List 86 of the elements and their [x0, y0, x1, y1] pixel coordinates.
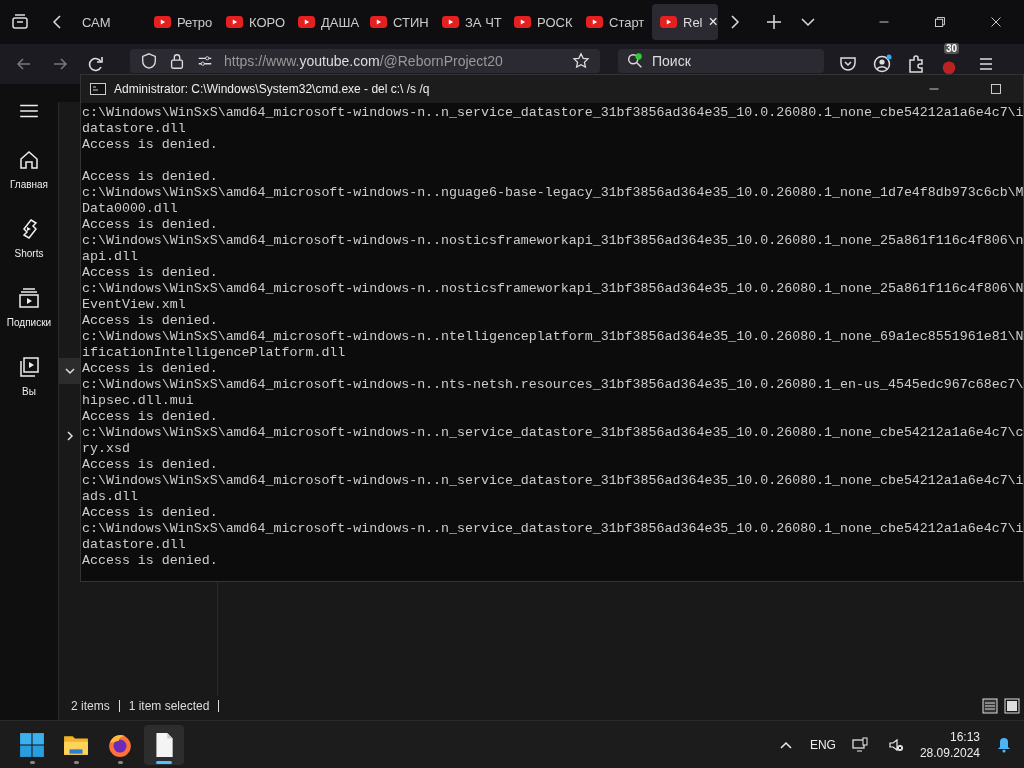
time-text: 16:13 [949, 728, 980, 745]
chevron-down-icon [64, 365, 76, 377]
browser-tab[interactable]: ЗА ЧТ [434, 4, 506, 40]
console-line: EventView.xml [82, 297, 187, 313]
console-icon [90, 83, 106, 95]
youtube-icon [154, 16, 171, 28]
console-line: c:\Windows\WinSxS\amd64_microsoft-windows-n..nosticsframeworkapi_31bf3856ad364e35_10.0.26080.1_none_25a861f116c4f806\N [82, 281, 1023, 297]
close-tab-button[interactable]: × [708, 13, 718, 31]
browser-tab[interactable]: КОРО [218, 4, 290, 40]
playlist-icon [17, 355, 41, 379]
console-line: Access is denied. [82, 313, 219, 329]
console-line: c:\Windows\WinSxS\amd64_microsoft-windows-n..n_service_datastore_31bf3856ad364e35_10.0.26080.1_none_cbe54212a1a6e4c7\i [82, 473, 1023, 489]
console-line: Access is denied. [82, 409, 219, 425]
subscriptions-icon [17, 286, 41, 310]
bell-icon[interactable] [996, 736, 1012, 753]
lock-icon[interactable] [168, 52, 186, 70]
date-text: 28.09.2024 [919, 744, 980, 761]
console-line: datastore.dll [82, 121, 187, 137]
browser-tab[interactable]: Rel × [652, 4, 718, 40]
details-view-icon[interactable] [982, 698, 998, 714]
browser-tab[interactable]: Старт [578, 4, 650, 40]
console-line: c:\Windows\WinSxS\amd64_microsoft-windows-n..ntelligenceplatform_31bf3856ad364e35_10.0.26080.1_none_69a1ec8551961e81\N [82, 329, 1023, 345]
sidebar-item[interactable]: Главная [0, 148, 58, 190]
youtube-icon [514, 16, 531, 28]
tiles-view-icon[interactable] [1004, 698, 1020, 714]
browser-tab[interactable]: СТИН [362, 4, 434, 40]
extensions-icon[interactable] [906, 54, 926, 74]
sidebar-item[interactable]: Вы [0, 355, 58, 397]
search-bar[interactable]: Поиск [618, 49, 824, 73]
account-icon[interactable] [872, 54, 892, 74]
count-badge: 30 [944, 43, 960, 54]
bookmark-star-icon[interactable] [572, 52, 590, 70]
browser-tab[interactable]: ДАША [290, 4, 362, 40]
console-line: ry.xsd [82, 441, 131, 457]
console-line: c:\Windows\WinSxS\amd64_microsoft-windows-n..n_service_datastore_31bf3856ad364e35_10.0.26080.1_none_cbe54212a1a6e4c7\i [82, 105, 1023, 121]
console-line: Access is denied. [82, 169, 219, 185]
reload-icon[interactable] [86, 54, 106, 74]
pocket-icon[interactable] [838, 54, 858, 74]
browser-tab[interactable]: Ретро [146, 4, 218, 40]
window-title: Administrator: C:\Windows\System32\cmd.exe - del c:\ /s /q [114, 82, 430, 96]
console-line: hipsec.dll.mui [82, 393, 195, 409]
extension-button[interactable]: 30 [940, 43, 962, 75]
status-text: 1 item selected [128, 699, 210, 713]
sidebar-item[interactable]: Shorts [0, 217, 58, 259]
console-line: Access is denied. [82, 457, 219, 473]
youtube-icon [226, 16, 243, 28]
muted-speaker-icon[interactable] [887, 736, 904, 753]
console-line: c:\Windows\WinSxS\amd64_microsoft-windows-n..n_service_datastore_31bf3856ad364e35_10.0.26080.1_none_cbe54212a1a6e4c7\c [82, 425, 1023, 441]
console-line: api.dll [82, 249, 139, 265]
console-line: Data0000.dll [82, 201, 179, 217]
console-line: c:\Windows\WinSxS\amd64_microsoft-windows-n..nosticsframeworkapi_31bf3856ad364e35_10.0.26080.1_none_25a861f116c4f806\n [82, 233, 1023, 249]
collapse-button[interactable] [59, 358, 81, 384]
youtube-icon [586, 16, 603, 28]
browser-tab[interactable]: РОСК [506, 4, 578, 40]
console-line: Access is denied. [82, 265, 219, 281]
console-line: Access is denied. [82, 505, 219, 521]
clock[interactable]: 16:13 28.09.2024 [919, 728, 980, 761]
sidebar-item[interactable]: Подписки [0, 286, 58, 328]
address-bar[interactable]: https://www.youtube.com/@RebornProject20 [130, 49, 600, 73]
home-icon [17, 148, 41, 172]
console-line: c:\Windows\WinSxS\amd64_microsoft-windows-n..nts-netsh.resources_31bf3856ad364e35_10.0.26080.1_en-us_4545edc967c68ec7\ [82, 377, 1023, 393]
language-indicator[interactable]: ENG [809, 737, 836, 752]
youtube-icon [298, 16, 315, 28]
search-input[interactable]: Поиск [650, 52, 816, 70]
youtube-icon [370, 16, 387, 28]
youtube-icon [660, 16, 677, 28]
url-text: https://www.youtube.com/@RebornProject20 [224, 53, 504, 69]
console-line: datastore.dll [82, 537, 187, 553]
console-line: Access is denied. [82, 217, 219, 233]
network-icon[interactable] [851, 736, 868, 753]
chevron-right-icon[interactable] [64, 430, 76, 442]
new-tab-icon[interactable] [764, 12, 784, 32]
console-line: c:\Windows\WinSxS\amd64_microsoft-windows-n..nguage6-base-legacy_31bf3856ad364e35_10.0.26080.1_none_1d7e4f8db973c6cb\M [82, 185, 1023, 201]
console-line: c:\Windows\WinSxS\amd64_microsoft-windows-n..n_service_datastore_31bf3856ad364e35_10.0.26080.1_none_cbe54212a1a6e4c7\i [82, 521, 1023, 537]
youtube-icon [442, 16, 459, 28]
console-line: Access is denied. [82, 553, 219, 569]
taskbar-app[interactable] [144, 724, 184, 765]
tab-list-icon[interactable] [10, 12, 30, 32]
windows-logo-icon [19, 731, 45, 758]
console-line: ads.dll [82, 489, 139, 505]
status-text: 2 items [71, 699, 110, 713]
search-icon [626, 52, 644, 70]
console-line: Access is denied. [82, 361, 219, 377]
console-line: ificationIntelligencePlatform.dll [82, 345, 347, 361]
browser-tab[interactable]: САМ [74, 4, 146, 40]
console-line: Access is denied. [82, 137, 219, 153]
